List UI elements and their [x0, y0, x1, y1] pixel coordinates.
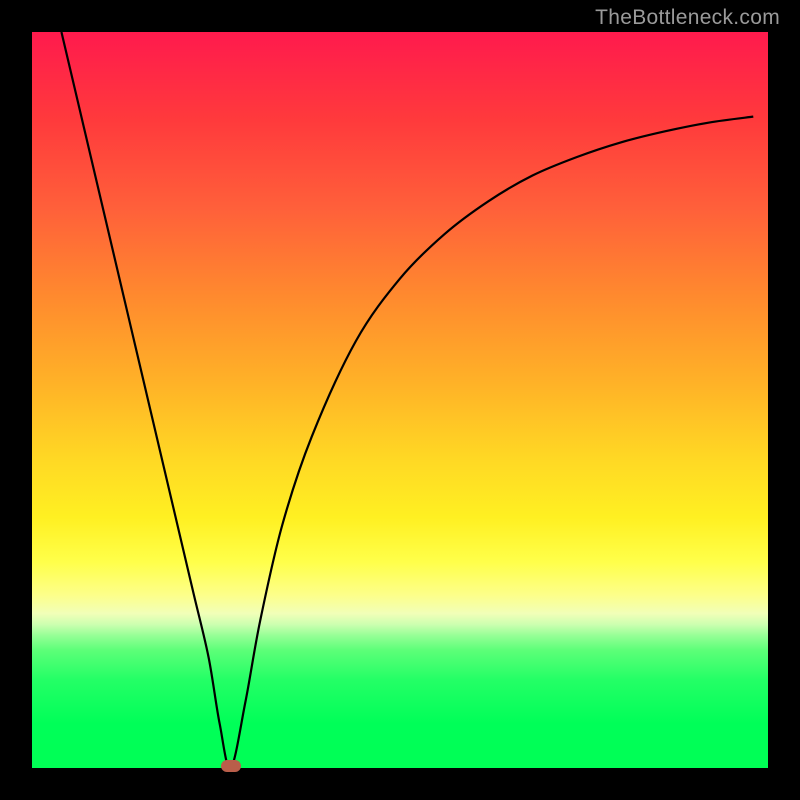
bottleneck-curve — [32, 32, 768, 768]
curve-path — [61, 32, 753, 768]
chart-frame: TheBottleneck.com — [0, 0, 800, 800]
watermark-text: TheBottleneck.com — [595, 6, 780, 30]
plot-area — [32, 32, 768, 768]
minimum-marker — [221, 760, 241, 772]
